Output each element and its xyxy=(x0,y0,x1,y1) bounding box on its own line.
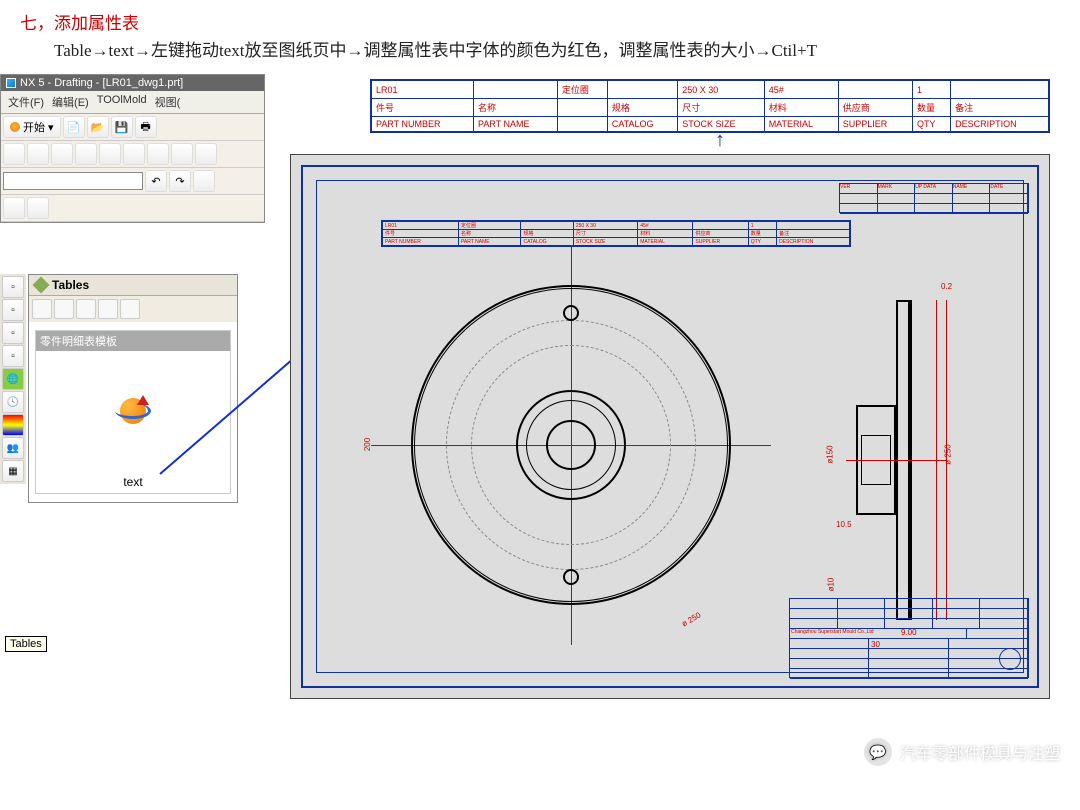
panel-title: Tables xyxy=(52,278,89,292)
heading-title: 添加属性表 xyxy=(54,14,139,33)
tool-icon[interactable] xyxy=(27,143,49,165)
tool-icon[interactable] xyxy=(3,143,25,165)
nx-app-window: NX 5 - Drafting - [LR01_dwg1.prt] 文件(F) … xyxy=(0,74,265,223)
dim-0-2: 0.2 xyxy=(941,282,952,291)
save-icon[interactable]: 💾 xyxy=(111,116,133,138)
tool-icon[interactable] xyxy=(27,197,49,219)
dim-10-5: 10.5 xyxy=(836,520,852,529)
dim-250: ø 250 xyxy=(680,611,702,629)
nx-menubar[interactable]: 文件(F) 编辑(E) TOOlMold 视图( xyxy=(1,91,264,114)
print-icon[interactable]: 🖶 xyxy=(135,116,157,138)
panel-tool-icon[interactable] xyxy=(76,299,96,319)
front-view: 200 ø 250 xyxy=(371,245,771,645)
panel-tool-icon[interactable] xyxy=(32,299,52,319)
tool-icon[interactable] xyxy=(147,143,169,165)
vtool-icon[interactable]: 👥 xyxy=(2,437,24,459)
tool-icon[interactable] xyxy=(171,143,193,165)
tool-icon[interactable] xyxy=(193,170,215,192)
vtool-icon[interactable]: ▫ xyxy=(2,299,24,321)
dim-250: ø 250 xyxy=(944,445,953,465)
panel-tool-icon[interactable] xyxy=(54,299,74,319)
nx-toolbar-4 xyxy=(1,195,264,222)
diamond-icon xyxy=(33,277,50,294)
revision-block: VERMARKUP DATANAMEDATE xyxy=(839,183,1029,213)
title-block: Changzhou Superstart Mould Co.,Ltd xyxy=(789,598,1029,678)
nx-logo-icon xyxy=(6,78,16,88)
nx-toolbar-2 xyxy=(1,141,264,168)
arrow-up-icon: ↑ xyxy=(715,129,725,152)
undo-icon[interactable]: ↶ xyxy=(145,170,167,192)
tables-tooltip: Tables xyxy=(5,636,47,652)
tool-icon[interactable] xyxy=(195,143,217,165)
dim-phi10: ø10 xyxy=(826,578,835,592)
menu-view[interactable]: 视图( xyxy=(152,93,184,111)
vtool-icon[interactable]: 🌐 xyxy=(2,368,24,390)
nx-title-text: NX 5 - Drafting - [LR01_dwg1.prt] xyxy=(20,77,183,89)
menu-file[interactable]: 文件(F) xyxy=(5,93,47,111)
tool-icon[interactable] xyxy=(75,143,97,165)
dim-150: ø150 xyxy=(826,446,835,464)
vtool-icon[interactable]: ▦ xyxy=(2,460,24,482)
attribute-table-enlarged: LR01定位圈 250 X 3045# 1 件号名称 规格尺寸材料 供应商数量备… xyxy=(370,79,1050,133)
vtool-icon[interactable]: ▫ xyxy=(2,322,24,344)
panel-tool-icon[interactable] xyxy=(120,299,140,319)
instruction-body: Table→text→左键拖动text放至图纸页中→调整属性表中字体的颜色为红色… xyxy=(54,41,817,60)
wechat-watermark: 💬 汽车零部件模具与注塑 xyxy=(864,738,1060,766)
wechat-icon: 💬 xyxy=(864,738,892,766)
tool-icon[interactable] xyxy=(3,197,25,219)
drawing-sheet[interactable]: LR01定位圈250 X 3045#1 件号名称规格尺寸材料供应商数量备注 PA… xyxy=(290,154,1050,699)
dim-200: 200 xyxy=(363,438,372,451)
nx-globe-icon xyxy=(115,393,151,429)
tool-icon[interactable] xyxy=(123,143,145,165)
heading-number: 七， xyxy=(20,14,54,33)
nx-toolbar-3: ↶ ↷ xyxy=(1,168,264,195)
panel-tool-icon[interactable] xyxy=(98,299,118,319)
instruction-text: 七，添加属性表 Table→text→左键拖动text放至图纸页中→调整属性表中… xyxy=(0,0,1080,74)
redo-icon[interactable]: ↷ xyxy=(169,170,191,192)
vertical-toolbar: ▫ ▫ ▫ ▫ 🌐 🕓 👥 ▦ xyxy=(0,274,26,484)
menu-edit[interactable]: 编辑(E) xyxy=(49,93,92,111)
vtool-icon[interactable]: ▫ xyxy=(2,276,24,298)
vtool-icon[interactable] xyxy=(2,414,24,436)
menu-toolmold[interactable]: TOOlMold xyxy=(94,93,150,111)
tool-icon[interactable] xyxy=(51,143,73,165)
vtool-icon[interactable]: ▫ xyxy=(2,345,24,367)
start-globe-icon xyxy=(10,122,20,132)
nx-toolbar-1: 开始 ▾ 📄 📂 💾 🖶 xyxy=(1,114,264,141)
new-icon[interactable]: 📄 xyxy=(63,116,85,138)
attribute-table-on-sheet[interactable]: LR01定位圈250 X 3045#1 件号名称规格尺寸材料供应商数量备注 PA… xyxy=(381,220,851,247)
start-button[interactable]: 开始 ▾ xyxy=(3,116,61,138)
nx-titlebar: NX 5 - Drafting - [LR01_dwg1.prt] xyxy=(1,75,264,91)
tool-icon[interactable] xyxy=(99,143,121,165)
watermark-text: 汽车零部件模具与注塑 xyxy=(900,740,1060,764)
vtool-icon[interactable]: 🕓 xyxy=(2,391,24,413)
selection-dropdown[interactable] xyxy=(3,172,143,190)
open-icon[interactable]: 📂 xyxy=(87,116,109,138)
